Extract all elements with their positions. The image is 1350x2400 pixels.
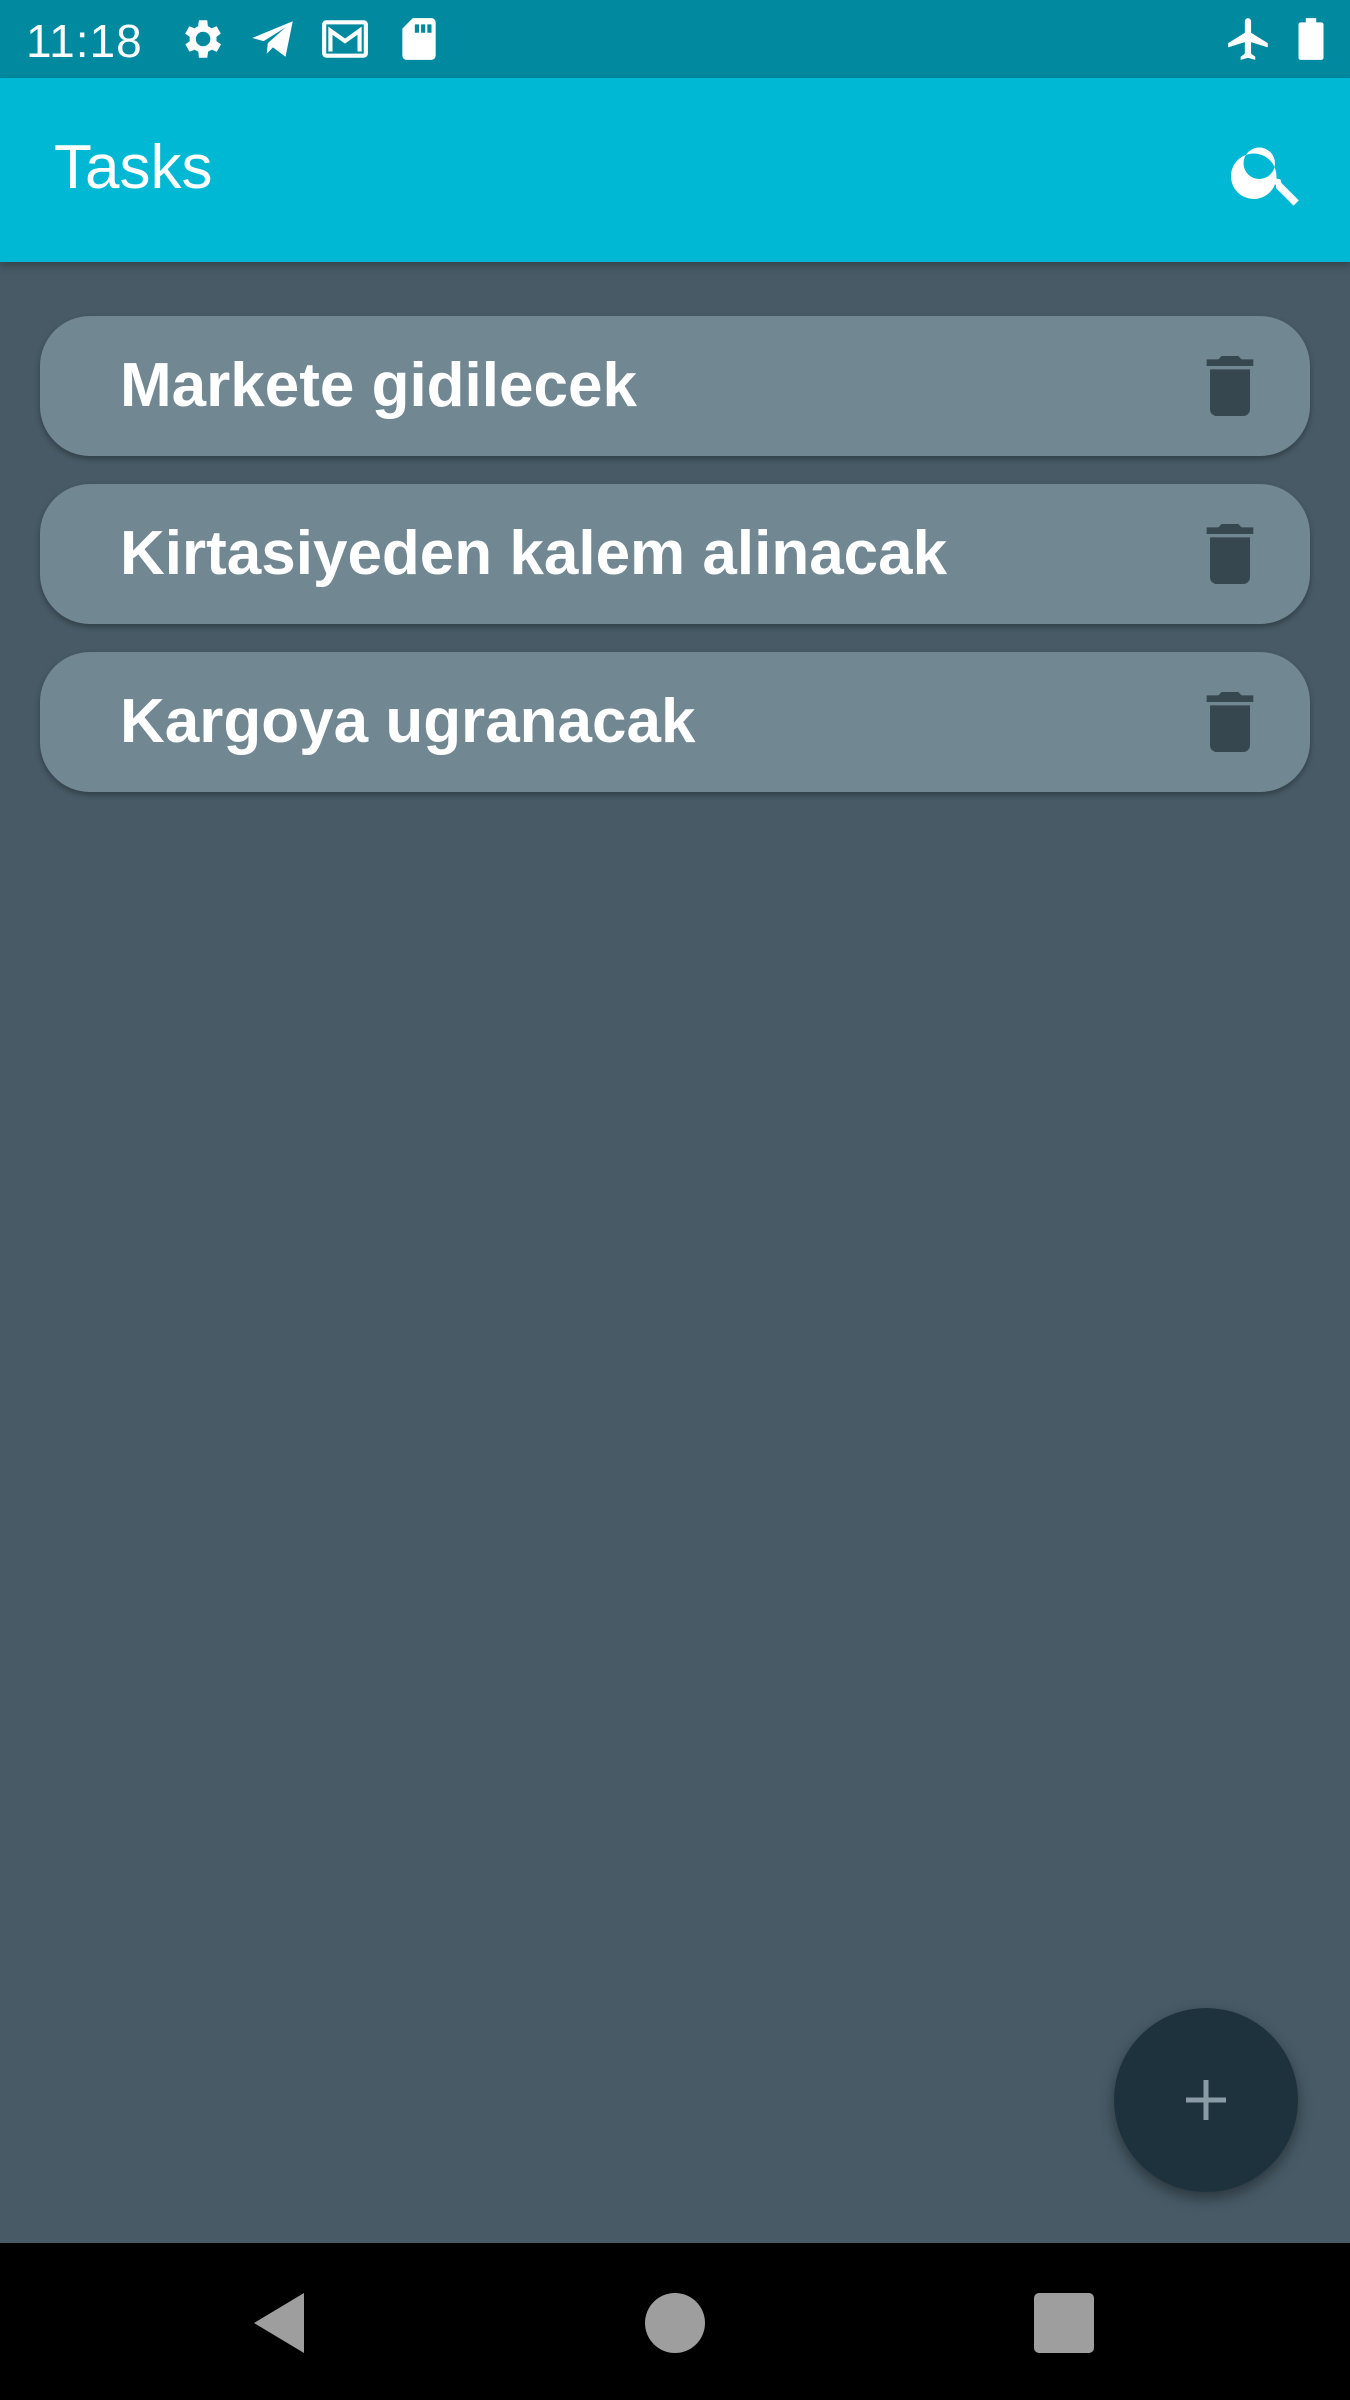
recents-button[interactable]: [1024, 2283, 1104, 2363]
delete-button[interactable]: [1190, 346, 1270, 426]
status-bar: 11:18: [0, 0, 1350, 78]
gmail-icon: [320, 14, 370, 64]
search-icon: [1226, 147, 1310, 218]
task-item[interactable]: Markete gidilecek: [40, 316, 1310, 456]
app-bar: Tasks: [0, 78, 1350, 262]
plus-icon: [1186, 2080, 1226, 2120]
task-label: Kargoya ugranacak: [120, 687, 696, 756]
battery-icon: [1286, 14, 1336, 64]
back-icon: [254, 2293, 304, 2353]
delete-button[interactable]: [1190, 514, 1270, 594]
task-label: Kirtasiyeden kalem alinacak: [120, 519, 948, 588]
recents-icon: [1034, 2293, 1094, 2353]
trash-icon: [1190, 692, 1270, 766]
trash-icon: [1190, 524, 1270, 598]
delete-button[interactable]: [1190, 682, 1270, 762]
navigation-bar: [0, 2243, 1350, 2400]
gear-icon: [176, 14, 226, 64]
trash-icon: [1190, 356, 1270, 430]
sd-card-icon: [394, 14, 444, 64]
airplane-icon: [1224, 14, 1274, 64]
home-button[interactable]: [635, 2283, 715, 2363]
add-task-button[interactable]: [1114, 2008, 1298, 2192]
task-item[interactable]: Kirtasiyeden kalem alinacak: [40, 484, 1310, 624]
telegram-icon: [248, 14, 298, 64]
task-label: Markete gidilecek: [120, 351, 637, 420]
task-item[interactable]: Kargoya ugranacak: [40, 652, 1310, 792]
search-button[interactable]: [1226, 130, 1310, 214]
status-time: 11:18: [26, 15, 143, 67]
page-title: Tasks: [54, 133, 213, 202]
screen: 11:18 Tasks Markete gidilecek Kirtasiyed…: [0, 0, 1350, 2400]
task-list: Markete gidilecek Kirtasiyeden kalem ali…: [40, 316, 1310, 820]
back-button[interactable]: [244, 2283, 324, 2363]
home-icon: [645, 2293, 705, 2353]
